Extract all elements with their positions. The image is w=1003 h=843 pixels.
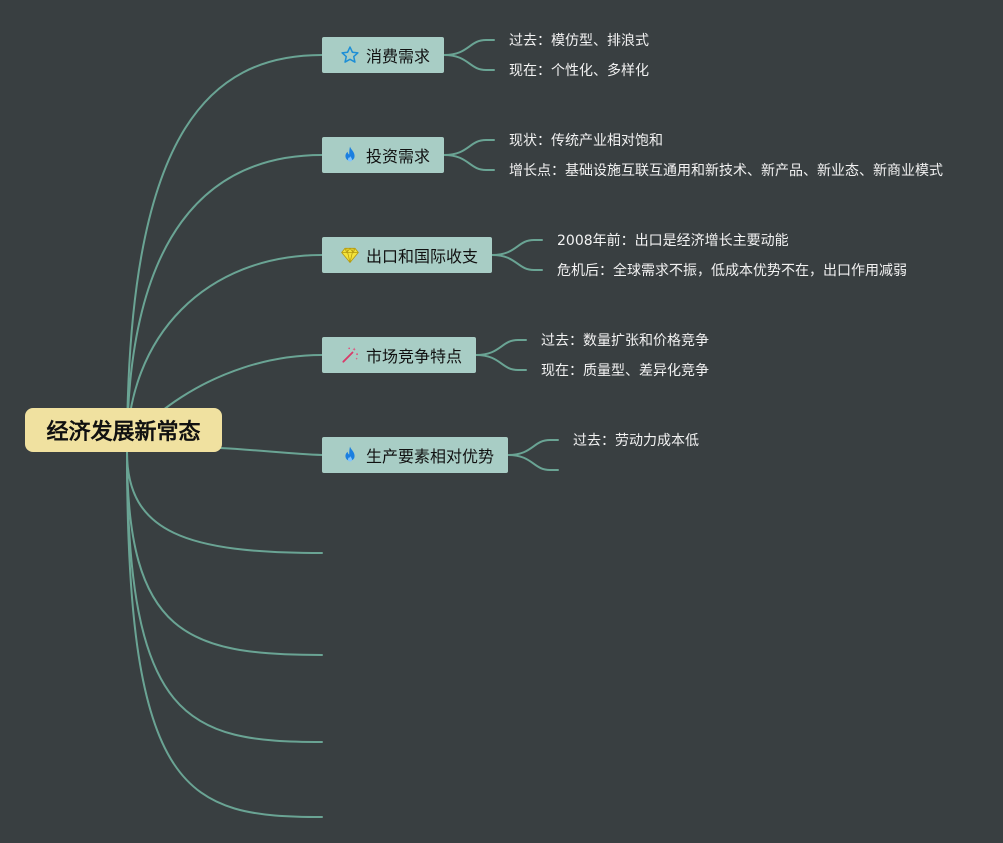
- leaf-connector: [475, 339, 527, 356]
- empty-branch-connector: [126, 451, 323, 554]
- leaf-text[interactable]: 现在：质量型、差异化竞争: [541, 362, 709, 380]
- branch-node-production-factors[interactable]: 生产要素相对优势: [322, 437, 508, 473]
- leaf-text[interactable]: 增长点：基础设施互联互通用和新技术、新产品、新业态、新商业模式: [509, 162, 943, 180]
- empty-branch-connector: [126, 451, 323, 818]
- leaf-connector: [443, 39, 495, 56]
- empty-branch-connector: [126, 451, 323, 743]
- fire-icon: [340, 145, 360, 165]
- leaf-connector: [491, 254, 543, 271]
- leaf-connector: [475, 354, 527, 371]
- root-node[interactable]: 经济发展新常态: [25, 408, 222, 452]
- leaf-connector: [443, 154, 495, 171]
- leaf-text[interactable]: 过去：数量扩张和价格竞争: [541, 332, 709, 350]
- leaf-text[interactable]: 过去：劳动力成本低: [573, 432, 699, 450]
- branch-node-market-competition[interactable]: 市场竞争特点: [322, 337, 476, 373]
- diamond-icon: [340, 245, 360, 265]
- root-node-label: 经济发展新常态: [46, 420, 201, 445]
- branch-node-consumer-demand[interactable]: 消费需求: [322, 37, 444, 73]
- leaf-text[interactable]: 2008年前：出口是经济增长主要动能: [557, 232, 789, 250]
- branch-node-investment-demand[interactable]: 投资需求: [322, 137, 444, 173]
- leaf-text[interactable]: 现状：传统产业相对饱和: [509, 132, 663, 150]
- leaf-text[interactable]: 危机后：全球需求不振，低成本优势不在，出口作用减弱: [557, 262, 907, 280]
- leaf-text[interactable]: 过去：模仿型、排浪式: [509, 32, 649, 50]
- branch-label: 出口和国际收支: [366, 247, 479, 266]
- leaf-connector: [507, 454, 559, 471]
- fire-icon: [340, 445, 360, 465]
- star-icon: [340, 45, 360, 65]
- leaf-connector: [443, 54, 495, 71]
- root-connector: [219, 447, 323, 456]
- leaf-connector: [507, 439, 559, 456]
- mind-map-canvas: 经济发展新常态 消费需求 过去：模仿型、排浪式 现在：个性化、多样化 投资需求 …: [0, 0, 1003, 843]
- branch-label: 生产要素相对优势: [366, 447, 495, 466]
- leaf-connector: [491, 239, 543, 256]
- branch-label: 市场竞争特点: [366, 347, 463, 366]
- branch-label: 投资需求: [366, 147, 431, 166]
- magic-wand-icon: [340, 345, 360, 365]
- leaf-text[interactable]: 现在：个性化、多样化: [509, 62, 649, 80]
- root-connector: [126, 54, 323, 453]
- branch-node-exports[interactable]: 出口和国际收支: [322, 237, 492, 273]
- branch-label: 消费需求: [366, 47, 431, 66]
- leaf-connector: [443, 139, 495, 156]
